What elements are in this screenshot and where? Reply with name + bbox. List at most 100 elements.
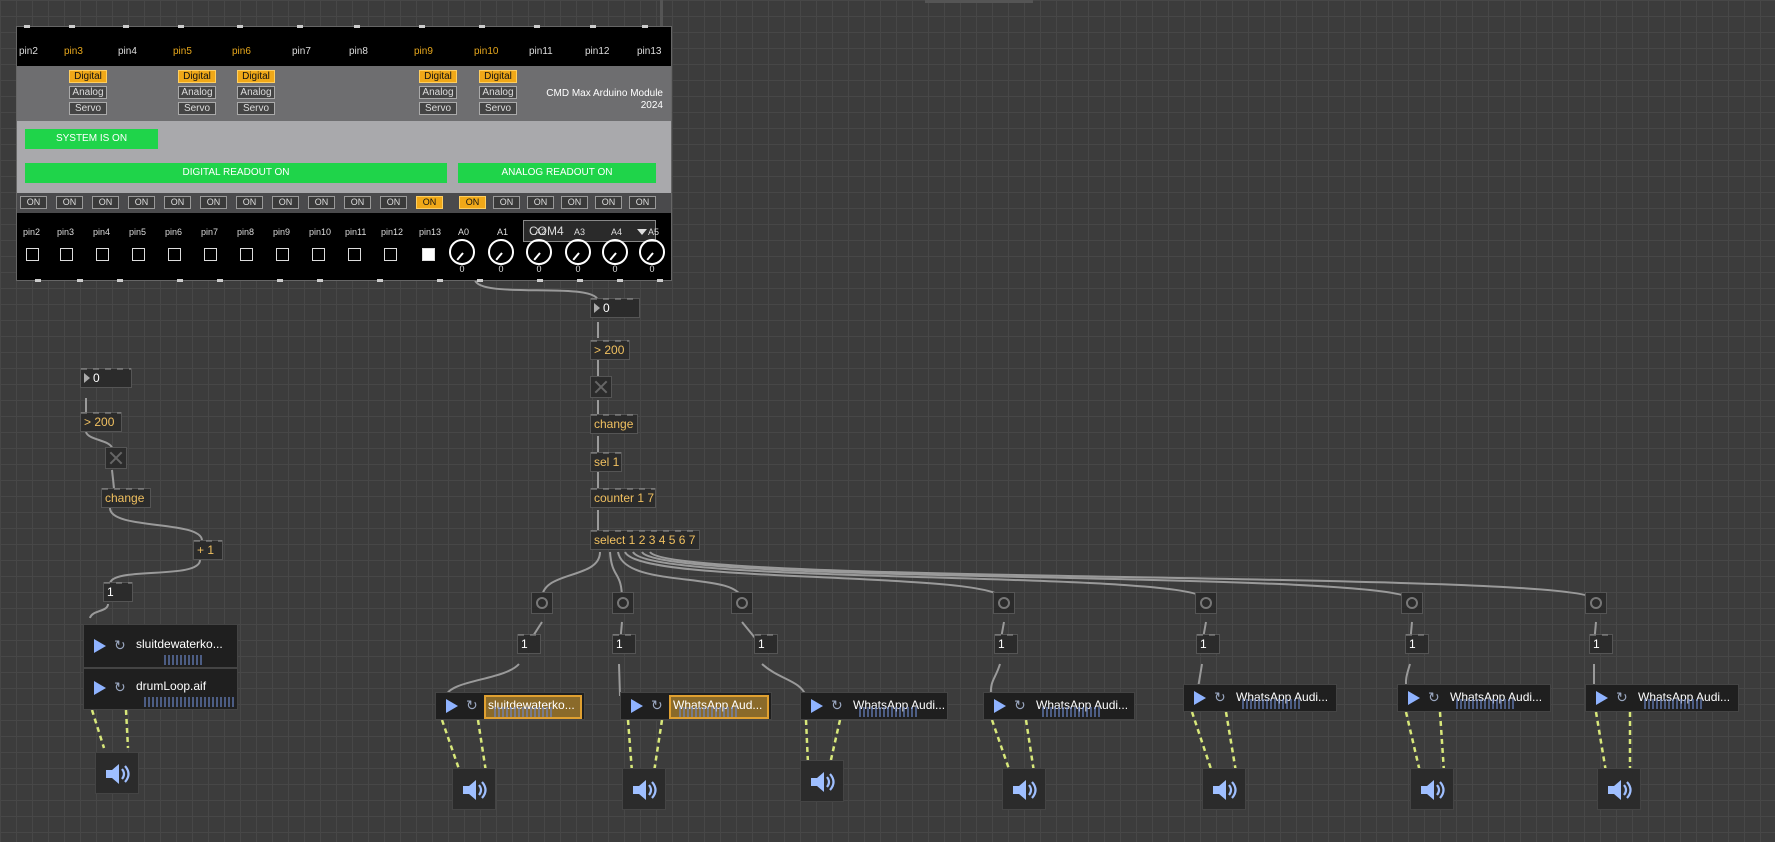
mode-servo-button[interactable]: Servo	[419, 102, 457, 115]
speaker-output[interactable]	[1597, 768, 1641, 810]
loop-icon[interactable]: ↻	[1214, 690, 1228, 704]
offscreen-object[interactable]	[925, 0, 1033, 3]
analog-readout-button[interactable]: ANALOG READOUT ON	[458, 163, 656, 183]
readout-on-toggle[interactable]: ON	[92, 196, 119, 209]
compare-object-left[interactable]: > 200	[80, 412, 122, 432]
readout-on-toggle[interactable]: ON	[164, 196, 191, 209]
digital-input-checkbox[interactable]	[384, 248, 397, 261]
count-box[interactable]: 1	[612, 634, 636, 654]
bang-button[interactable]	[531, 592, 553, 614]
audio-player[interactable]: ↻ sluitdewaterko...	[435, 692, 585, 720]
chevron-down-icon[interactable]	[637, 229, 647, 235]
analog-dial[interactable]	[526, 239, 552, 265]
mode-analog-button[interactable]: Analog	[419, 86, 457, 99]
plus-object[interactable]: + 1	[193, 540, 223, 560]
play-icon[interactable]	[1408, 691, 1420, 705]
sel-object[interactable]: sel 1	[590, 452, 622, 472]
readout-on-toggle[interactable]: ON	[595, 196, 622, 209]
digital-input-checkbox[interactable]	[96, 248, 109, 261]
play-icon[interactable]	[994, 699, 1006, 713]
readout-on-toggle[interactable]: ON	[56, 196, 83, 209]
bang-button[interactable]	[731, 592, 753, 614]
audio-player[interactable]: ↻ WhatsApp Audi...	[983, 692, 1135, 720]
loop-icon[interactable]: ↻	[1428, 690, 1442, 704]
mode-digital-button[interactable]: Digital	[237, 70, 275, 83]
audio-player[interactable]: ↻ WhatsApp Aud...	[620, 692, 772, 720]
count-box[interactable]: 1	[517, 634, 541, 654]
mode-analog-button[interactable]: Analog	[178, 86, 216, 99]
count-box[interactable]: 1	[1405, 634, 1429, 654]
readout-on-toggle[interactable]: ON	[20, 196, 47, 209]
readout-on-toggle[interactable]: ON	[527, 196, 554, 209]
digital-input-checkbox[interactable]	[26, 248, 39, 261]
speaker-output[interactable]	[1410, 768, 1454, 810]
digital-input-checkbox[interactable]	[168, 248, 181, 261]
loop-icon[interactable]: ↻	[1014, 698, 1028, 712]
audio-player[interactable]: ↻ WhatsApp Audi...	[1585, 684, 1739, 712]
play-icon[interactable]	[631, 699, 643, 713]
digital-input-checkbox[interactable]	[348, 248, 361, 261]
readout-on-toggle[interactable]: ON	[128, 196, 155, 209]
digital-input-checkbox[interactable]	[132, 248, 145, 261]
audio-player[interactable]: ↻ WhatsApp Audi...	[800, 692, 948, 720]
count-box-left[interactable]: 1	[103, 582, 133, 602]
loop-icon[interactable]: ↻	[114, 680, 128, 694]
readout-on-toggle[interactable]: ON	[380, 196, 407, 209]
play-icon[interactable]	[94, 639, 106, 653]
play-icon[interactable]	[446, 699, 458, 713]
bang-button[interactable]	[993, 592, 1015, 614]
change-object-left[interactable]: change	[101, 488, 151, 508]
loop-icon[interactable]: ↻	[1616, 690, 1630, 704]
speaker-output[interactable]	[800, 760, 844, 802]
number-box-main[interactable]: 0	[590, 298, 640, 318]
audio-player-left-2[interactable]: ↻ drumLoop.aif	[83, 668, 238, 710]
readout-on-toggle[interactable]: ON	[493, 196, 520, 209]
speaker-output[interactable]	[1202, 768, 1246, 810]
digital-input-checkbox[interactable]	[240, 248, 253, 261]
speaker-output[interactable]	[622, 768, 666, 810]
loop-icon[interactable]: ↻	[831, 698, 845, 712]
mode-servo-button[interactable]: Servo	[178, 102, 216, 115]
count-box[interactable]: 1	[1589, 634, 1613, 654]
change-object-main[interactable]: change	[590, 414, 638, 434]
analog-dial[interactable]	[602, 239, 628, 265]
readout-on-toggle[interactable]: ON	[344, 196, 371, 209]
bang-button[interactable]	[1401, 592, 1423, 614]
analog-dial[interactable]	[488, 239, 514, 265]
system-on-button[interactable]: SYSTEM IS ON	[25, 129, 158, 149]
compare-object-main[interactable]: > 200	[590, 340, 630, 360]
mode-digital-button[interactable]: Digital	[178, 70, 216, 83]
audio-player-left-1[interactable]: ↻ sluitdewaterko...	[83, 624, 238, 668]
gate-object-left[interactable]	[105, 447, 127, 469]
loop-icon[interactable]: ↻	[466, 698, 480, 712]
digital-input-checkbox[interactable]	[276, 248, 289, 261]
audio-player[interactable]: ↻ WhatsApp Audi...	[1183, 684, 1337, 712]
count-box[interactable]: 1	[754, 634, 778, 654]
mode-servo-button[interactable]: Servo	[479, 102, 517, 115]
count-box[interactable]: 1	[1196, 634, 1220, 654]
analog-dial[interactable]	[449, 239, 475, 265]
play-icon[interactable]	[1194, 691, 1206, 705]
speaker-output[interactable]	[452, 768, 496, 810]
mode-analog-button[interactable]: Analog	[69, 86, 107, 99]
mode-servo-button[interactable]: Servo	[237, 102, 275, 115]
mode-analog-button[interactable]: Analog	[479, 86, 517, 99]
speaker-output[interactable]	[1002, 768, 1046, 810]
readout-on-toggle[interactable]: ON	[629, 196, 656, 209]
mode-analog-button[interactable]: Analog	[237, 86, 275, 99]
number-box-left[interactable]: 0	[80, 368, 132, 388]
play-icon[interactable]	[94, 681, 106, 695]
count-box[interactable]: 1	[994, 634, 1018, 654]
digital-input-checkbox[interactable]	[312, 248, 325, 261]
audio-player[interactable]: ↻ WhatsApp Audi...	[1397, 684, 1551, 712]
select-object[interactable]: select 1 2 3 4 5 6 7	[590, 530, 700, 550]
mode-servo-button[interactable]: Servo	[69, 102, 107, 115]
speaker-output-left[interactable]	[95, 752, 139, 794]
bang-button[interactable]	[612, 592, 634, 614]
readout-on-toggle[interactable]: ON	[200, 196, 227, 209]
bang-button[interactable]	[1585, 592, 1607, 614]
readout-on-toggle[interactable]: ON	[459, 196, 486, 209]
readout-on-toggle[interactable]: ON	[416, 196, 443, 209]
analog-dial[interactable]	[565, 239, 591, 265]
analog-dial[interactable]	[639, 239, 665, 265]
